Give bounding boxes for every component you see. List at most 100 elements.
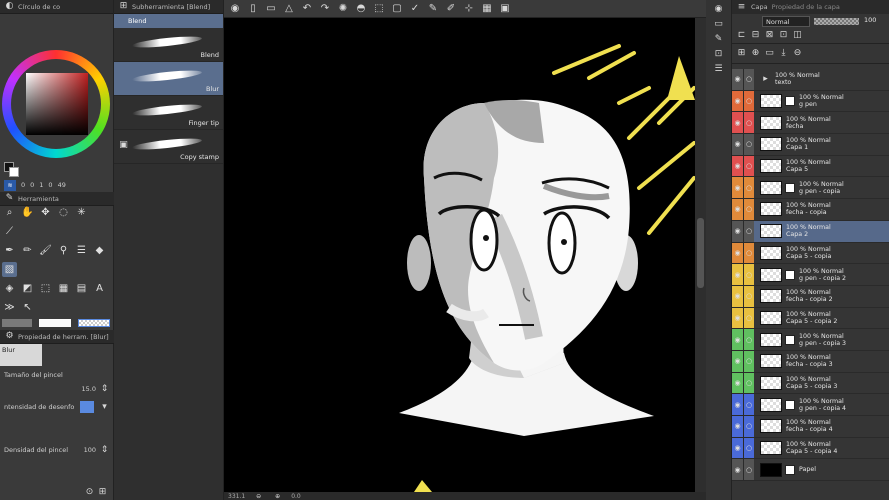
layer-visibility-icon[interactable]: ◉ bbox=[732, 199, 743, 220]
subtool-header[interactable]: ⊞ Subherramienta [Blend] bbox=[114, 0, 223, 14]
layer-visibility-icon[interactable]: ◉ bbox=[732, 220, 743, 242]
reset-icon[interactable]: ⊙ bbox=[84, 487, 95, 498]
spinner-icon[interactable]: ⇕ bbox=[99, 445, 110, 456]
layer-lock-icon[interactable]: ○ bbox=[743, 416, 754, 437]
canvas-vertical-scrollbar[interactable] bbox=[695, 18, 706, 492]
subtool-item-blur[interactable]: Blur bbox=[114, 62, 223, 96]
ruler-icon[interactable]: ▤ bbox=[74, 281, 89, 296]
layer-lock-icon[interactable]: ○ bbox=[743, 372, 754, 394]
tool-property-header[interactable]: ⚙ Propiedad de herram. [Blur] bbox=[0, 330, 114, 344]
layer-row[interactable]: ◉ ○ 100 % Normal g pen bbox=[732, 90, 889, 113]
layer-row[interactable]: ◉ ○ 100 % Normal g pen - copia 2 bbox=[732, 264, 889, 286]
undo-icon[interactable]: ↶ bbox=[300, 3, 314, 14]
frame-icon[interactable]: ▣ bbox=[498, 3, 512, 14]
sub-color-bar[interactable] bbox=[39, 319, 71, 327]
subtool-group-tab[interactable]: Blend bbox=[114, 14, 223, 28]
merge-icon[interactable]: ⤓ bbox=[778, 48, 789, 59]
opacity-slider[interactable] bbox=[814, 18, 859, 25]
layer-lock-icon[interactable]: ○ bbox=[743, 112, 754, 134]
layer-lock-icon[interactable]: ○ bbox=[743, 285, 754, 307]
pen-icon[interactable]: ✎ bbox=[426, 3, 440, 14]
blend-tool-icon[interactable]: ▧ bbox=[2, 262, 17, 277]
subtool-item-blend[interactable]: Blend bbox=[114, 28, 223, 62]
save-icon[interactable]: △ bbox=[282, 3, 296, 14]
layer-lock-icon[interactable]: ○ bbox=[743, 459, 754, 481]
zoom-in-icon[interactable]: ⊕ bbox=[272, 491, 283, 500]
layer-visibility-icon[interactable]: ◉ bbox=[732, 459, 743, 481]
move-icon[interactable]: ✥ bbox=[38, 205, 53, 220]
layer-visibility-icon[interactable]: ◉ bbox=[732, 242, 743, 264]
tab-layer[interactable]: Capa bbox=[751, 3, 768, 11]
layer-lock-icon[interactable]: ○ bbox=[743, 199, 754, 220]
layer-visibility-icon[interactable]: ◉ bbox=[732, 437, 743, 459]
layer-lock-icon[interactable]: ○ bbox=[743, 155, 754, 177]
pen-icon[interactable]: ✒ bbox=[2, 243, 17, 258]
new-folder-icon[interactable]: ▭ bbox=[764, 48, 775, 59]
chevron-down-icon[interactable]: ▾ bbox=[99, 402, 110, 413]
layer-lock-icon[interactable]: ○ bbox=[743, 437, 754, 459]
layer-visibility-icon[interactable]: ◉ bbox=[732, 155, 743, 177]
new-file-icon[interactable]: ▯ bbox=[246, 3, 260, 14]
layer-row[interactable]: ◉ ○ 100 % Normal fecha - copia bbox=[732, 199, 889, 221]
layer-row[interactable]: ◉ ○ 100 % Normal Capa 5 bbox=[732, 155, 889, 178]
layer-visibility-icon[interactable]: ◉ bbox=[732, 285, 743, 307]
clear-icon[interactable]: ▢ bbox=[390, 3, 404, 14]
layer-lock-icon[interactable]: ○ bbox=[743, 264, 754, 285]
loading-icon[interactable]: ✺ bbox=[336, 3, 350, 14]
layer-lock-icon[interactable]: ○ bbox=[743, 90, 754, 112]
fill-icon[interactable]: ◓ bbox=[354, 3, 368, 14]
gradient-icon[interactable]: ◩ bbox=[20, 281, 35, 296]
transparent-bar[interactable] bbox=[78, 319, 110, 327]
layer-lock-icon[interactable]: ○ bbox=[743, 69, 754, 90]
layer-row[interactable]: ◉ ○ 100 % Normal fecha bbox=[732, 112, 889, 135]
brush-icon[interactable]: ✎ bbox=[713, 34, 724, 45]
spinner-icon[interactable]: ⇕ bbox=[99, 384, 110, 395]
pencil-icon[interactable]: ✏ bbox=[20, 243, 35, 258]
check-icon[interactable]: ✓ bbox=[408, 3, 422, 14]
layer-visibility-icon[interactable]: ◉ bbox=[732, 264, 743, 285]
eyedropper-icon[interactable]: ⟋ bbox=[2, 224, 17, 239]
hand-icon[interactable]: ✋ bbox=[20, 205, 35, 220]
layer-row[interactable]: ◉ ○ 100 % Normal Capa 5 - copia 2 bbox=[732, 307, 889, 330]
transparent-color-icon[interactable]: ≋ bbox=[4, 179, 16, 191]
magic-wand-icon[interactable]: ✳ bbox=[74, 205, 89, 220]
layer-visibility-icon[interactable]: ◉ bbox=[732, 372, 743, 394]
lock-icon[interactable]: ⊡ bbox=[713, 49, 724, 60]
brush-size-row[interactable]: Tamaño del pincel bbox=[0, 368, 114, 382]
new-vector-layer-icon[interactable]: ⊕ bbox=[750, 48, 761, 59]
layer-row[interactable]: ◉ ○ 100 % Normal fecha - copia 3 bbox=[732, 350, 889, 373]
layer-row[interactable]: ◉ ○ 100 % Normal fecha - copia 2 bbox=[732, 285, 889, 308]
zoom-icon[interactable]: ⌕ bbox=[2, 205, 17, 220]
balloon-icon[interactable]: ≫ bbox=[2, 300, 17, 315]
open-file-icon[interactable]: ▭ bbox=[264, 3, 278, 14]
drawing-canvas[interactable] bbox=[224, 18, 695, 492]
settings-icon[interactable]: ☰ bbox=[713, 64, 724, 75]
tools-panel-header[interactable]: ✎ Herramienta bbox=[0, 192, 114, 206]
layer-row[interactable]: ◉ ○ 100 % Normal Capa 5 - copia 3 bbox=[732, 372, 889, 395]
scrollbar-thumb[interactable] bbox=[697, 218, 704, 288]
blend-mode-select[interactable]: Normal bbox=[762, 16, 810, 27]
subtool-item-finger-tip[interactable]: Finger tip bbox=[114, 96, 223, 130]
brush-density-row[interactable]: Densidad del pincel 100 ⇕ bbox=[0, 440, 114, 460]
layer-icon[interactable]: ▭ bbox=[713, 19, 724, 30]
eye-icon[interactable]: ◉ bbox=[713, 4, 724, 15]
brush-icon[interactable]: 🖌 bbox=[38, 243, 53, 258]
grid-icon[interactable]: ▦ bbox=[480, 3, 494, 14]
delete-icon[interactable]: ⊖ bbox=[792, 48, 803, 59]
eraser-icon[interactable]: ◆ bbox=[92, 243, 107, 258]
layer-lock-icon[interactable]: ○ bbox=[743, 394, 754, 415]
layer-lock-icon[interactable]: ○ bbox=[743, 242, 754, 264]
layer-visibility-icon[interactable]: ◉ bbox=[732, 112, 743, 134]
layer-row[interactable]: ◉ ○ 100 % Normal Capa 1 bbox=[732, 134, 889, 156]
figure-icon[interactable]: ⬚ bbox=[38, 281, 53, 296]
zoom-out-icon[interactable]: ⊖ bbox=[253, 491, 264, 500]
layer-row[interactable]: ◉ ○ 100 % Normal g pen - copia bbox=[732, 177, 889, 200]
eye-icon[interactable]: ◉ bbox=[228, 3, 242, 14]
layer-lock-icon[interactable]: ○ bbox=[743, 134, 754, 155]
tab-layer-property[interactable]: Propiedad de la capa bbox=[772, 3, 840, 11]
layer-visibility-icon[interactable]: ◉ bbox=[732, 416, 743, 437]
frame-icon[interactable]: ▦ bbox=[56, 281, 71, 296]
layer-row[interactable]: ◉ ○ ▸ 100 % Normal texto bbox=[732, 69, 889, 91]
lock-transparent-icon[interactable]: ⊠ bbox=[764, 30, 775, 41]
clip-icon[interactable]: ⊏ bbox=[736, 30, 747, 41]
